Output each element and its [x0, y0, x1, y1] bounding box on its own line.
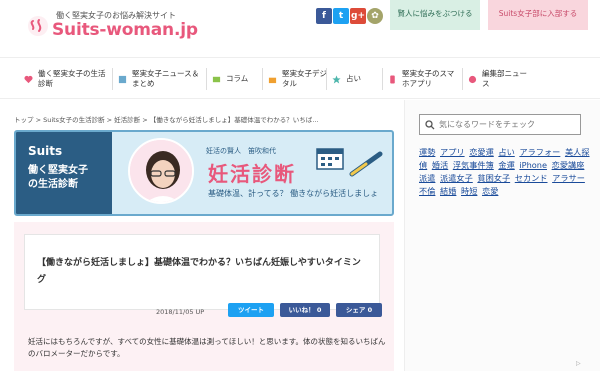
- tag-link[interactable]: 金運: [498, 160, 514, 170]
- tag-link[interactable]: 貧困女子: [477, 173, 510, 183]
- expert-photo: [128, 138, 194, 204]
- smartphone-icon: [390, 74, 395, 84]
- nav-item-lifestyle-diagnosis[interactable]: 働く堅実女子の生活診断: [24, 66, 108, 92]
- keyword-tags: 運勢 アプリ 恋愛運 占い アラフォー 美人探偵 婚活 浮気事件簿 金運 iPh…: [419, 146, 597, 198]
- nav-divider: [112, 68, 113, 90]
- tweet-button[interactable]: ツイート: [228, 303, 274, 317]
- nav-item-label: 働く堅実女子の生活診断: [38, 69, 106, 88]
- article-title: 【働きながら妊活しましょ】基礎体温でわかる？いちばん妊娠しやすいタイミング: [37, 258, 361, 285]
- ad-choices-icon[interactable]: ▷: [576, 360, 588, 370]
- share-button[interactable]: シェア 0: [336, 303, 382, 317]
- nav-item-app[interactable]: 堅実女子のスマホアプリ: [388, 66, 460, 92]
- twitter-icon[interactable]: t: [333, 8, 349, 24]
- nav-divider: [462, 68, 463, 90]
- star-icon: [332, 74, 341, 84]
- tag-link[interactable]: 時短: [461, 186, 477, 196]
- nav-item-label: 堅実女子のスマホアプリ: [402, 69, 455, 88]
- tag-link[interactable]: 不倫: [419, 186, 435, 196]
- nav-divider: [262, 68, 263, 90]
- nav-divider: [382, 68, 383, 90]
- nav-item-column[interactable]: コラム: [212, 66, 262, 92]
- search-icon: [425, 119, 435, 129]
- breadcrumb[interactable]: トップ > Suits女子の生活診断 > 妊活診断 > 【働きながら妊活しましょ…: [14, 114, 319, 124]
- site-logo[interactable]: Suits-woman.jp: [52, 20, 198, 40]
- nav-item-label: コラム: [226, 74, 249, 83]
- nav-item-digital[interactable]: 堅実女子デジタル: [268, 66, 328, 92]
- banner-logo: Suits: [28, 144, 63, 158]
- diagnosis-banner[interactable]: Suits 働く堅実女子 の生活診断 妊活の賢人 笛吹和代 妊活診断 基礎体温、…: [14, 130, 394, 216]
- like-button[interactable]: いいね！ 0: [280, 303, 330, 317]
- tag-link[interactable]: 結婚: [440, 186, 456, 196]
- banner-subtitle-line2: の生活診断: [28, 179, 78, 190]
- feedly-icon[interactable]: ✿: [367, 8, 383, 24]
- banner-brand-panel: Suits 働く堅実女子 の生活診断: [16, 132, 112, 214]
- tag-link[interactable]: 浮気事件簿: [453, 160, 494, 170]
- sidebar: 運勢 アプリ 恋愛運 占い アラフォー 美人探偵 婚活 浮気事件簿 金運 iPh…: [404, 100, 600, 371]
- news-icon: [118, 75, 127, 83]
- thermometer-icon: [349, 151, 383, 177]
- calendar-icon: [316, 148, 344, 170]
- consult-button[interactable]: 賢人に悩みをぶつける: [390, 0, 480, 30]
- nav-item-editorial-news[interactable]: 編集部ニュース: [468, 66, 528, 92]
- banner-subtitle-line1: 働く堅実女子: [28, 165, 88, 176]
- chat-icon: [468, 75, 477, 83]
- heart-icon: [24, 75, 33, 83]
- nav-item-label: 編集部ニュース: [482, 69, 527, 88]
- logo-icon[interactable]: [26, 14, 50, 38]
- article-header: 【働きながら妊活しましょ】基礎体温でわかる？いちばん妊娠しやすいタイミング: [24, 234, 380, 310]
- tag-link[interactable]: 婚活: [432, 160, 448, 170]
- banner-title: 妊活診断: [208, 162, 296, 186]
- tag-link[interactable]: 恋愛: [482, 186, 498, 196]
- google-plus-icon[interactable]: g+: [350, 8, 366, 24]
- nav-divider: [326, 68, 327, 90]
- tag-link[interactable]: 恋愛講座: [552, 160, 585, 170]
- banner-subtitle: 働く堅実女子 の生活診断: [28, 164, 88, 192]
- banner-subtitle-text: 基礎体温、計ってる？ 働きながら妊活しましょ: [208, 189, 379, 198]
- article-date: 2018/11/05 UP: [156, 308, 205, 316]
- expert-name: 妊活の賢人 笛吹和代: [206, 147, 276, 155]
- nav-item-news[interactable]: 堅実女子ニュース＆まとめ: [118, 66, 206, 92]
- facebook-icon[interactable]: f: [316, 8, 332, 24]
- tag-link[interactable]: アプリ: [440, 147, 465, 157]
- book-icon: [212, 76, 221, 82]
- tag-link[interactable]: 派遣女子: [440, 173, 473, 183]
- site-header: 働く堅実女子のお悩み解決サイト Suits-woman.jp f t g+ ✿ …: [0, 0, 600, 56]
- nav-item-fortune[interactable]: 占い: [332, 66, 378, 92]
- tag-link[interactable]: アラサー: [552, 173, 585, 183]
- nav-item-label: 占い: [346, 74, 361, 83]
- article-container: 【働きながら妊活しましょ】基礎体温でわかる？いちばん妊娠しやすいタイミング 20…: [14, 222, 394, 371]
- tag-link[interactable]: セカンド: [515, 173, 548, 183]
- person-icon: [130, 140, 192, 202]
- tag-link[interactable]: アラフォー: [519, 147, 560, 157]
- article-body: 妊活にはもちろんですが、すべての女性に基礎体温は測ってほしい！と思います。体の状…: [28, 337, 386, 358]
- nav-divider: [206, 68, 207, 90]
- tag-link[interactable]: 派遣: [419, 173, 435, 183]
- tag-link[interactable]: iPhone: [519, 160, 547, 170]
- bag-icon: [268, 77, 277, 83]
- tag-link[interactable]: 運勢: [419, 147, 435, 157]
- search-input[interactable]: [439, 120, 579, 129]
- nav-item-label: 堅実女子ニュース＆まとめ: [132, 69, 200, 88]
- tag-link[interactable]: 恋愛運: [469, 147, 494, 157]
- join-club-button[interactable]: Suits女子部に入部する: [488, 0, 588, 30]
- tag-link[interactable]: 占い: [498, 147, 514, 157]
- nav-item-label: 堅実女子デジタル: [282, 69, 327, 88]
- search-box[interactable]: [419, 114, 581, 135]
- global-nav: 働く堅実女子の生活診断 堅実女子ニュース＆まとめ コラム 堅実女子デジタル 占い…: [0, 57, 600, 99]
